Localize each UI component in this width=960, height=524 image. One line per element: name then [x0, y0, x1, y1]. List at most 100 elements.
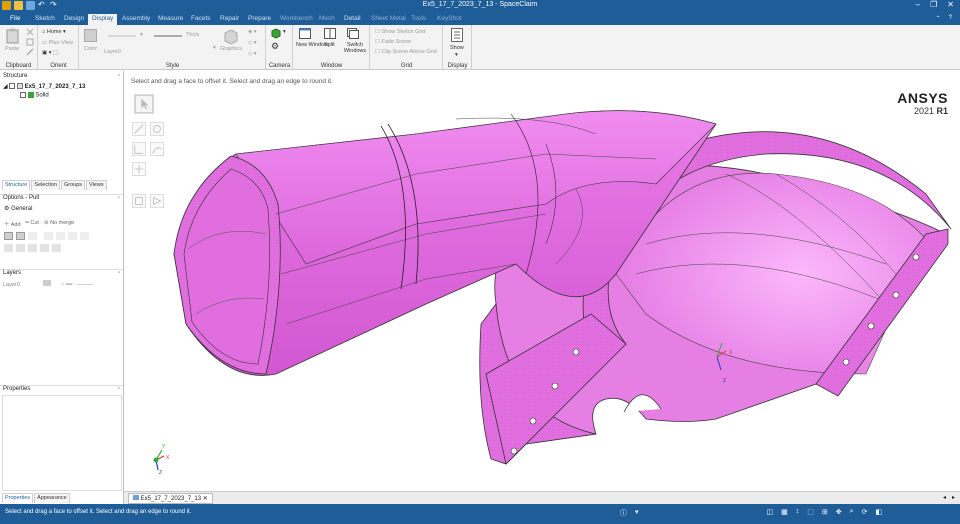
- switch-windows-icon[interactable]: [347, 28, 359, 39]
- camera-settings-icon[interactable]: ⚙: [271, 41, 279, 52]
- pull-option-icon-11[interactable]: [40, 244, 49, 252]
- layer-row[interactable]: Layer0 ○ ━━ · ────: [3, 280, 93, 288]
- expand-icon[interactable]: ◢: [3, 84, 8, 90]
- add-option[interactable]: ＋ Add: [4, 220, 21, 228]
- tab-prepare[interactable]: Prepare: [248, 14, 271, 25]
- view-cube-icon[interactable]: ▣ ▾ ⬚: [42, 50, 58, 56]
- tab-assembly[interactable]: Assembly: [122, 14, 150, 25]
- split-icon[interactable]: [324, 28, 336, 39]
- layer-color-swatch[interactable]: [43, 280, 52, 286]
- layer-dropdown[interactable]: Layer0: [104, 49, 121, 55]
- status-dropdown-icon[interactable]: ▾: [635, 508, 639, 518]
- split-button[interactable]: Split: [324, 42, 335, 48]
- line-weight-icon[interactable]: [108, 33, 138, 39]
- paste-button[interactable]: Paste: [5, 46, 19, 52]
- cut-icon[interactable]: [26, 28, 34, 36]
- tab-file[interactable]: File: [10, 14, 20, 25]
- tab-sheet-metal[interactable]: Sheet Metal: [371, 14, 406, 25]
- pull-option-icon-6[interactable]: [68, 232, 77, 240]
- graphics-button[interactable]: Graphics: [220, 46, 242, 52]
- format-painter-icon[interactable]: [26, 48, 34, 56]
- thickness-icon[interactable]: [154, 33, 184, 39]
- info-icon[interactable]: ⓘ: [620, 508, 627, 518]
- pull-option-icon-2[interactable]: [16, 232, 25, 240]
- status-tool-icon-1[interactable]: ◫: [767, 508, 774, 518]
- pan-icon[interactable]: ✥: [836, 508, 842, 518]
- tab-keyshot[interactable]: KeyShot: [437, 14, 462, 25]
- status-tool-icon-4[interactable]: ⬚: [807, 508, 814, 518]
- pull-option-icon-3[interactable]: [28, 232, 37, 240]
- tab-structure[interactable]: Structure: [2, 180, 31, 190]
- tree-checkbox-solid[interactable]: [20, 92, 26, 98]
- model-render[interactable]: X Z: [126, 74, 958, 490]
- color-swatch[interactable]: [84, 29, 97, 42]
- pull-option-icon-8[interactable]: [4, 244, 13, 252]
- tab-design[interactable]: Design: [64, 14, 84, 25]
- pull-option-icon-10[interactable]: [28, 244, 37, 252]
- layers-pin-icon[interactable]: ▫: [118, 270, 120, 276]
- tree-item-solid[interactable]: Solid: [20, 92, 49, 99]
- tab-selection[interactable]: Selection: [31, 180, 60, 190]
- tree-checkbox-root[interactable]: [9, 83, 16, 90]
- show-icon[interactable]: [451, 28, 463, 42]
- home-button[interactable]: ⌂ Home ▾: [42, 29, 66, 35]
- tab-facets[interactable]: Facets: [191, 14, 211, 25]
- tab-display[interactable]: Display: [88, 14, 118, 25]
- pull-option-icon-12[interactable]: [52, 244, 61, 252]
- maximize-button[interactable]: ❐: [930, 0, 937, 9]
- render-mode-icon[interactable]: ◧: [875, 508, 882, 518]
- fade-scene-checkbox[interactable]: ☐ Fade Scene: [375, 39, 411, 45]
- tab-scroll-left-icon[interactable]: ◂: [943, 494, 946, 501]
- switch-windows-button[interactable]: Switch Windows: [342, 42, 368, 54]
- pull-option-icon-9[interactable]: [16, 244, 25, 252]
- camera-dropdown[interactable]: ▾: [283, 29, 286, 35]
- style-dropdown-arrow[interactable]: ▾: [213, 45, 216, 51]
- pin-icon[interactable]: ▫: [118, 73, 120, 79]
- layer-line-style[interactable]: ━━ ·: [66, 282, 76, 288]
- options-general[interactable]: ⚙ General: [4, 205, 32, 212]
- properties-pin-icon[interactable]: ▫: [118, 386, 120, 392]
- tab-scroll-right-icon[interactable]: ▸: [952, 494, 955, 501]
- layer-line-weight[interactable]: ────: [77, 282, 93, 288]
- thick-dropdown[interactable]: Thick: [186, 32, 199, 38]
- copy-icon[interactable]: [26, 38, 34, 46]
- tree-root[interactable]: ◢ Ex5_17_7_2023_7_13: [3, 83, 85, 90]
- close-button[interactable]: ✕: [947, 0, 954, 9]
- plan-view-button[interactable]: ▭ Plan View: [42, 40, 73, 46]
- tab-measure[interactable]: Measure: [158, 14, 183, 25]
- help-icon[interactable]: ?: [949, 15, 952, 22]
- color-button[interactable]: Color: [84, 46, 97, 52]
- style-option-1-icon[interactable]: ◈ ▾: [248, 29, 257, 35]
- camera-cube-icon[interactable]: [270, 28, 281, 39]
- tab-properties[interactable]: Properties: [2, 493, 34, 503]
- new-window-icon[interactable]: [299, 28, 311, 39]
- status-tool-icon-2[interactable]: ▦: [781, 508, 788, 518]
- no-merge-option[interactable]: ⊘ No merge: [44, 220, 74, 228]
- minimize-button[interactable]: –: [916, 0, 920, 9]
- tab-sketch[interactable]: Sketch: [35, 14, 55, 25]
- tab-groups[interactable]: Groups: [60, 180, 86, 190]
- pull-option-icon-4[interactable]: [44, 232, 53, 240]
- tab-workbench[interactable]: Workbench: [280, 14, 313, 25]
- pull-option-icon-5[interactable]: [56, 232, 65, 240]
- tab-mesh[interactable]: Mesh: [319, 14, 335, 25]
- clip-scene-checkbox[interactable]: ☐ Clip Scene Above Grid: [375, 49, 437, 55]
- show-button[interactable]: Show: [450, 45, 464, 51]
- show-dropdown-arrow[interactable]: ▾: [455, 52, 458, 58]
- tab-repair[interactable]: Repair: [220, 14, 239, 25]
- tab-views[interactable]: Views: [86, 180, 107, 190]
- graphics-icon[interactable]: [224, 29, 238, 45]
- rotate-icon[interactable]: ⟳: [862, 508, 868, 518]
- options-pin-icon[interactable]: ▫: [118, 195, 120, 201]
- show-sketch-grid-checkbox[interactable]: ☐ Show Sketch Grid: [375, 29, 426, 35]
- document-tab[interactable]: Ex5_17_7_2023_7_13 ✕: [128, 493, 213, 504]
- tab-appearance[interactable]: Appearance: [34, 493, 70, 503]
- cut-option[interactable]: ━ Cut: [26, 220, 39, 228]
- pull-option-icon-1[interactable]: [4, 232, 13, 240]
- tab-tools[interactable]: Tools: [411, 14, 426, 25]
- style-option-2-icon[interactable]: ◇ ▾: [248, 40, 257, 46]
- pull-option-icon-7[interactable]: [80, 232, 89, 240]
- status-tool-icon-3[interactable]: ↕: [796, 508, 800, 518]
- line-style-dropdown[interactable]: ▾: [140, 32, 143, 38]
- tab-detail[interactable]: Detail: [344, 14, 361, 25]
